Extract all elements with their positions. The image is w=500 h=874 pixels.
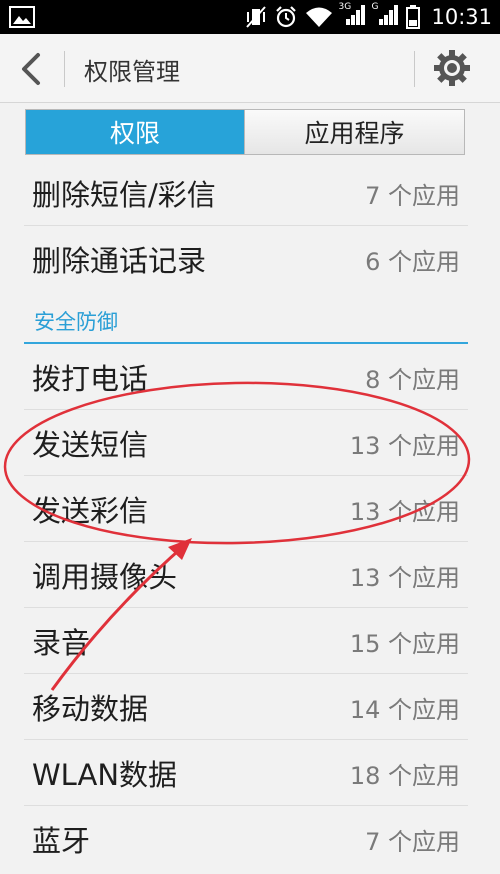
list-item[interactable]: 移动数据 14 个应用 bbox=[24, 673, 468, 738]
vibrate-icon bbox=[246, 6, 267, 28]
page-title: 权限管理 bbox=[84, 58, 180, 86]
tab-permissions[interactable]: 权限 bbox=[26, 110, 244, 154]
list-item[interactable]: 发送短信 13 个应用 bbox=[24, 409, 468, 474]
permission-name: 删除短信/彩信 bbox=[32, 178, 216, 212]
app-count: 13 个应用 bbox=[349, 432, 460, 460]
permission-name: 录音 bbox=[32, 626, 91, 660]
permission-name: 调用摄像头 bbox=[32, 560, 178, 594]
status-time: 10:31 bbox=[431, 5, 492, 29]
permission-name: 删除通话记录 bbox=[32, 244, 207, 278]
section-title: 安全防御 bbox=[34, 310, 118, 334]
back-arrow-icon[interactable] bbox=[14, 51, 50, 87]
signal-g-indicator: G bbox=[371, 2, 399, 30]
list-item[interactable]: 调用摄像头 13 个应用 bbox=[24, 541, 468, 606]
app-count: 18 个应用 bbox=[349, 762, 460, 790]
signal-3g-indicator: 3G bbox=[338, 2, 366, 30]
tab-applications[interactable]: 应用程序 bbox=[244, 110, 464, 154]
settings-gear-icon[interactable] bbox=[432, 48, 472, 88]
list-item[interactable]: 拨打电话 8 个应用 bbox=[24, 344, 468, 409]
app-count: 15 个应用 bbox=[349, 630, 460, 658]
status-bar: 3G G 10:31 bbox=[0, 0, 500, 34]
list-item[interactable]: 删除短信/彩信 7 个应用 bbox=[24, 160, 468, 225]
section-header: 安全防御 bbox=[24, 300, 468, 344]
permission-name: 发送短信 bbox=[32, 428, 149, 462]
permission-name: WLAN数据 bbox=[32, 758, 178, 792]
app-count: 14 个应用 bbox=[349, 696, 460, 724]
network-type-label: G bbox=[371, 2, 379, 12]
wifi-icon bbox=[306, 7, 333, 27]
app-count: 7 个应用 bbox=[365, 182, 460, 210]
permission-name: 发送彩信 bbox=[32, 494, 149, 528]
app-count: 6 个应用 bbox=[365, 248, 460, 276]
tab-switcher: 权限 应用程序 bbox=[25, 109, 465, 155]
action-bar: 权限管理 bbox=[0, 34, 500, 103]
battery-icon bbox=[406, 5, 421, 29]
app-count: 13 个应用 bbox=[349, 564, 460, 592]
permission-name: 拨打电话 bbox=[32, 362, 149, 396]
divider bbox=[414, 51, 415, 87]
permission-name: 蓝牙 bbox=[32, 824, 91, 858]
divider bbox=[64, 51, 65, 87]
permission-name: 移动数据 bbox=[32, 692, 149, 726]
app-count: 13 个应用 bbox=[349, 498, 460, 526]
list-item[interactable]: 删除通话记录 6 个应用 bbox=[24, 225, 468, 290]
list-item[interactable]: 蓝牙 7 个应用 bbox=[24, 805, 468, 870]
network-type-label: 3G bbox=[338, 2, 352, 12]
app-count: 8 个应用 bbox=[365, 366, 460, 394]
list-item[interactable]: WLAN数据 18 个应用 bbox=[24, 739, 468, 804]
list-item[interactable]: 录音 15 个应用 bbox=[24, 607, 468, 672]
picture-notification-icon bbox=[9, 6, 35, 28]
list-item[interactable]: 发送彩信 13 个应用 bbox=[24, 475, 468, 540]
app-count: 7 个应用 bbox=[365, 828, 460, 856]
alarm-icon bbox=[276, 6, 297, 28]
